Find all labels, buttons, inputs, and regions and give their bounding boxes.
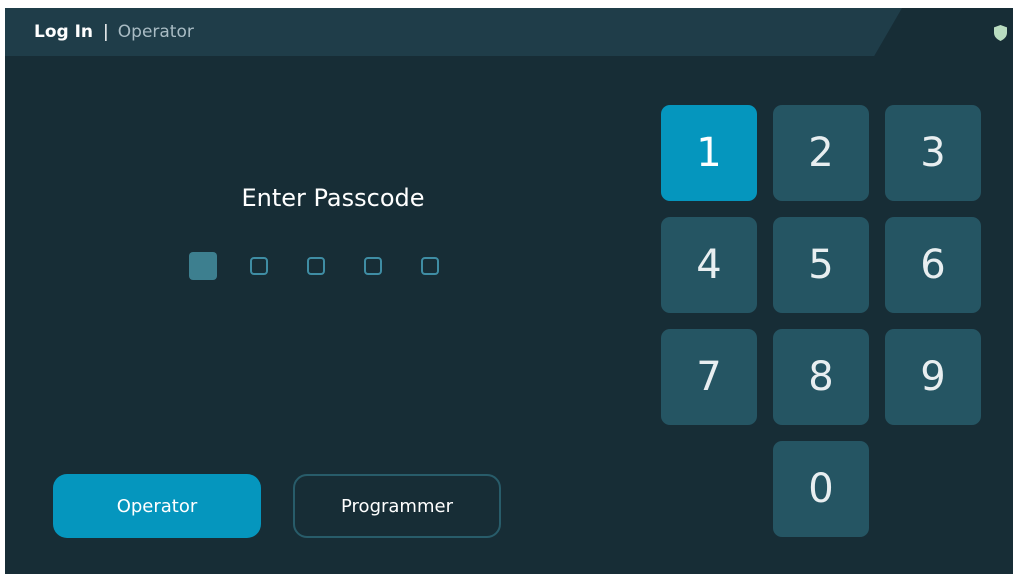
passcode-title: Enter Passcode [241,184,425,212]
passcode-dot-empty [364,257,382,275]
shield-icon [994,25,1007,41]
login-screen: Log In | Operator Enter Passcode 1 2 3 4… [5,8,1013,574]
programmer-button[interactable]: Programmer [293,474,501,538]
key-1[interactable]: 1 [661,105,757,201]
key-3[interactable]: 3 [885,105,981,201]
key-7[interactable]: 7 [661,329,757,425]
key-5[interactable]: 5 [773,217,869,313]
passcode-dot-empty [250,257,268,275]
key-6[interactable]: 6 [885,217,981,313]
passcode-dots [189,251,439,281]
header-subtitle: Operator [117,22,194,42]
key-9[interactable]: 9 [885,329,981,425]
key-2[interactable]: 2 [773,105,869,201]
operator-button[interactable]: Operator [53,474,261,538]
key-0[interactable]: 0 [773,441,869,537]
passcode-dot-empty [307,257,325,275]
header-title: Log In | Operator [34,20,194,44]
passcode-dot-empty [421,257,439,275]
page-title: Log In [34,22,94,42]
passcode-dot-filled [189,252,217,280]
header-bar: Log In | Operator [5,8,902,56]
key-8[interactable]: 8 [773,329,869,425]
key-4[interactable]: 4 [661,217,757,313]
header-separator: | [103,22,109,42]
